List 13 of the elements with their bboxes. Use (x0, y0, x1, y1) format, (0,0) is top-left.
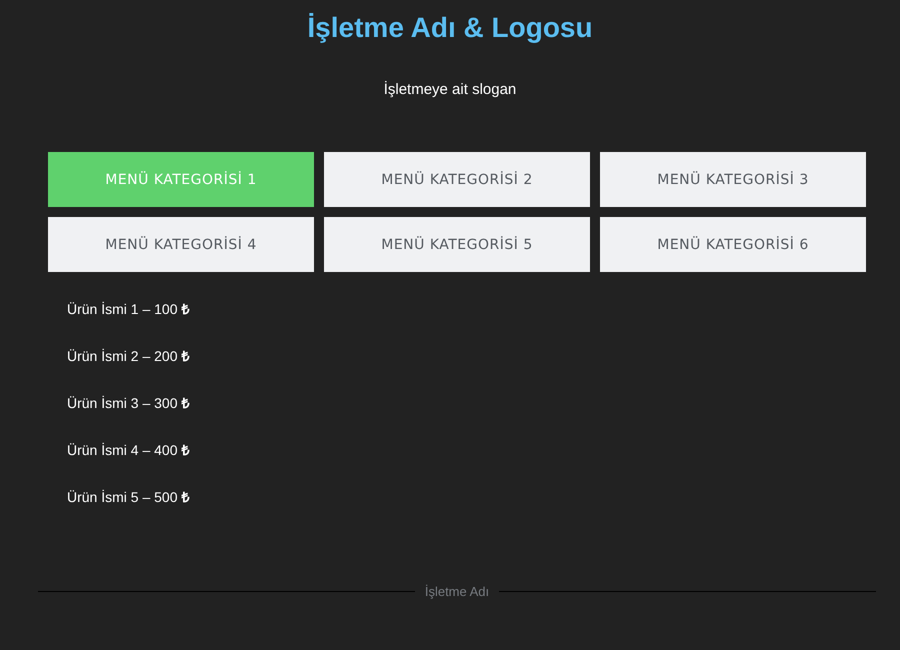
category-tab[interactable]: MENÜ KATEGORİSİ 5 (324, 217, 590, 272)
product-item: Ürün İsmi 3 – 300 ₺ (67, 394, 190, 413)
business-title: İşletme Adı & Logosu (306, 11, 594, 45)
slogan: İşletmeye ait slogan (382, 80, 518, 100)
product-item: Ürün İsmi 5 – 500 ₺ (67, 488, 190, 507)
product-item: Ürün İsmi 1 – 100 ₺ (67, 300, 190, 319)
category-tab[interactable]: MENÜ KATEGORİSİ 2 (324, 152, 590, 207)
category-tab[interactable]: MENÜ KATEGORİSİ 4 (48, 217, 314, 272)
product-item: Ürün İsmi 4 – 400 ₺ (67, 441, 190, 460)
category-tab[interactable]: MENÜ KATEGORİSİ 6 (600, 217, 866, 272)
product-item: Ürün İsmi 2 – 200 ₺ (67, 347, 190, 366)
footer-text: İşletme Adı (424, 584, 490, 599)
category-tab[interactable]: MENÜ KATEGORİSİ 3 (600, 152, 866, 207)
